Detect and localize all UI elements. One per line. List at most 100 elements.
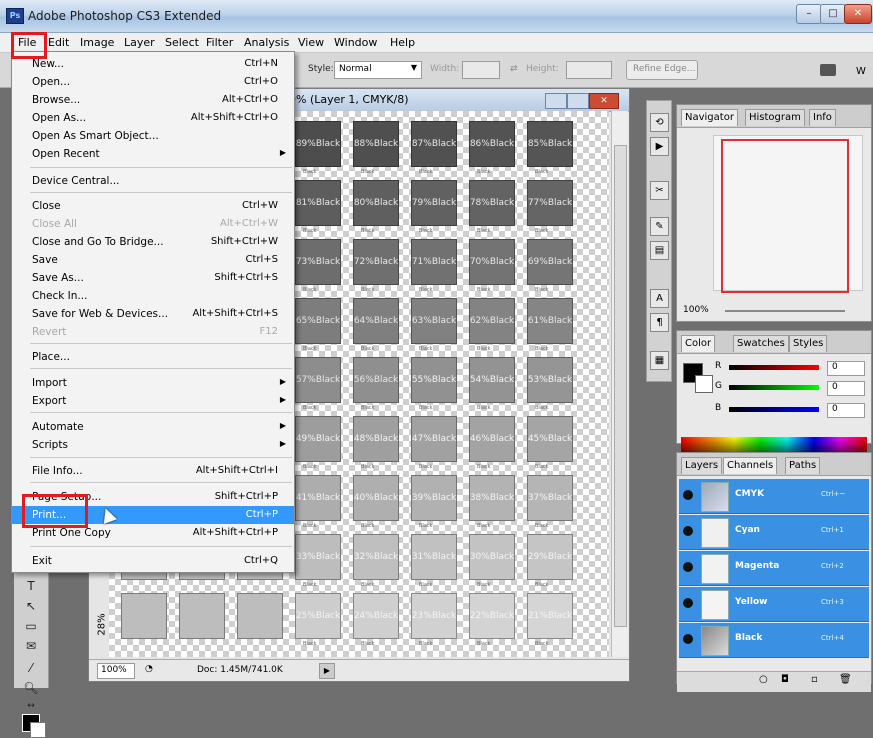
r-value[interactable]: 0 <box>827 361 865 376</box>
type-tool-icon[interactable]: T <box>18 576 44 596</box>
file-menu-item[interactable]: Import ▶ <box>12 374 294 392</box>
actions-icon[interactable]: ▶ <box>650 137 669 156</box>
file-menu-item[interactable]: Close Ctrl+W <box>12 197 294 215</box>
tab-styles[interactable]: Styles <box>789 335 828 352</box>
clone-source-icon[interactable]: ▤ <box>650 241 669 260</box>
menu-edit[interactable]: Edit <box>48 36 69 49</box>
eye-icon[interactable] <box>683 598 693 608</box>
delete-channel-icon[interactable]: 🗑︎ <box>839 674 852 685</box>
notes-tool-icon[interactable]: ✉ <box>18 636 44 656</box>
navigator-zoom-slider[interactable] <box>725 310 845 312</box>
menu-help[interactable]: Help <box>390 36 415 49</box>
file-menu-item[interactable]: Save Ctrl+S <box>12 251 294 269</box>
file-menu-item[interactable]: Exit Ctrl+Q <box>12 552 294 570</box>
layer-comps-icon[interactable]: ▦ <box>650 351 669 370</box>
b-value[interactable]: 0 <box>827 403 865 418</box>
swatch-label: Black <box>431 197 457 208</box>
tab-info[interactable]: Info <box>809 109 836 126</box>
channel-row[interactable]: Cyan Ctrl+1 <box>679 515 869 550</box>
menu-analysis[interactable]: Analysis <box>244 36 289 49</box>
channel-row[interactable]: Black Ctrl+4 <box>679 623 869 658</box>
channel-row[interactable]: Yellow Ctrl+3 <box>679 587 869 622</box>
workspace-icon[interactable] <box>820 64 836 76</box>
color-background-swatch[interactable] <box>695 375 713 393</box>
file-menu-item[interactable]: Open As Smart Object... <box>12 127 294 145</box>
file-menu-item[interactable]: Device Central... <box>12 172 294 190</box>
minimize-button[interactable]: – <box>796 4 822 24</box>
swap-colors-icon[interactable]: ↔ <box>18 696 44 716</box>
swatch-caption: Black <box>535 287 549 293</box>
zoom-level-input[interactable]: 100% <box>97 663 135 679</box>
menu-window[interactable]: Window <box>334 36 377 49</box>
tab-layers[interactable]: Layers <box>681 457 723 474</box>
path-select-icon[interactable]: ↖ <box>18 596 44 616</box>
file-menu-item[interactable]: Save As... Shift+Ctrl+S <box>12 269 294 287</box>
g-value[interactable]: 0 <box>827 381 865 396</box>
zoom-tool-icon[interactable]: 🔍︎ <box>18 678 44 698</box>
file-menu-item[interactable]: Save for Web & Devices... Alt+Shift+Ctrl+… <box>12 305 294 323</box>
tab-color[interactable]: Color <box>681 335 716 352</box>
swap-icon[interactable]: ⇄ <box>510 64 518 74</box>
menu-select[interactable]: Select <box>165 36 199 49</box>
b-slider[interactable] <box>729 407 819 412</box>
width-input[interactable] <box>462 61 500 79</box>
file-menu-item[interactable]: Automate ▶ <box>12 418 294 436</box>
file-menu-item[interactable]: Place... <box>12 348 294 366</box>
eye-icon[interactable] <box>683 634 693 644</box>
close-button[interactable]: ✕ <box>844 4 872 24</box>
maximize-button[interactable]: □ <box>820 4 846 24</box>
r-slider[interactable] <box>729 365 819 370</box>
eyedropper-icon[interactable]: ⁄ <box>18 658 44 678</box>
scrollbar-thumb[interactable] <box>614 145 627 627</box>
height-input[interactable] <box>566 61 612 79</box>
history-icon[interactable]: ⟲ <box>650 113 669 132</box>
color-panel: Color Swatches Styles R 0 G 0 B 0 <box>676 330 872 453</box>
tab-swatches[interactable]: Swatches <box>733 335 789 352</box>
file-menu-item[interactable]: Export ▶ <box>12 392 294 410</box>
save-selection-icon[interactable]: ◘ <box>781 674 789 685</box>
menu-view[interactable]: View <box>298 36 324 49</box>
navigator-zoom-value[interactable]: 100% <box>683 305 709 315</box>
refine-edge-button[interactable]: Refine Edge... <box>626 60 698 80</box>
workspace-label[interactable]: W <box>856 66 866 77</box>
file-menu-item[interactable]: Open... Ctrl+O <box>12 73 294 91</box>
eye-icon[interactable] <box>683 562 693 572</box>
file-menu-item[interactable]: Open As... Alt+Shift+Ctrl+O <box>12 109 294 127</box>
channel-row[interactable]: CMYK Ctrl+~ <box>679 479 869 514</box>
file-menu-item[interactable]: Close and Go To Bridge... Shift+Ctrl+W <box>12 233 294 251</box>
character-icon[interactable]: A <box>650 289 669 308</box>
load-selection-icon[interactable]: ○ <box>759 674 768 685</box>
new-channel-icon[interactable]: ▫ <box>811 674 818 685</box>
file-menu-item[interactable]: File Info... Alt+Shift+Ctrl+I <box>12 462 294 480</box>
tool-presets-icon[interactable]: ✂ <box>650 181 669 200</box>
navigator-view-box[interactable] <box>721 139 849 293</box>
eye-icon[interactable] <box>683 490 693 500</box>
zoom-icon[interactable]: ◔ <box>145 664 153 674</box>
background-color-swatch[interactable] <box>30 722 46 738</box>
document-minimize-button[interactable] <box>545 93 567 109</box>
channel-row[interactable]: Magenta Ctrl+2 <box>679 551 869 586</box>
brushes-icon[interactable]: ✎ <box>650 217 669 236</box>
status-menu-arrow-icon[interactable]: ▶ <box>319 663 335 679</box>
file-menu-item[interactable]: Open Recent ▶ <box>12 145 294 163</box>
document-maximize-button[interactable] <box>567 93 589 109</box>
menu-image[interactable]: Image <box>80 36 114 49</box>
file-menu-item[interactable]: Check In... <box>12 287 294 305</box>
eye-icon[interactable] <box>683 526 693 536</box>
file-menu-item[interactable]: New... Ctrl+N <box>12 55 294 73</box>
shape-tool-icon[interactable]: ▭ <box>18 616 44 636</box>
vertical-scrollbar[interactable] <box>611 111 628 657</box>
style-select[interactable]: Normal ▼ <box>334 61 422 79</box>
paragraph-icon[interactable]: ¶ <box>650 313 669 332</box>
g-slider[interactable] <box>729 385 819 390</box>
file-menu-item[interactable]: Scripts ▶ <box>12 436 294 454</box>
document-close-button[interactable]: ✕ <box>589 93 619 109</box>
tab-paths[interactable]: Paths <box>785 457 821 474</box>
menu-layer[interactable]: Layer <box>124 36 155 49</box>
file-menu-item[interactable]: Browse... Alt+Ctrl+O <box>12 91 294 109</box>
tab-histogram[interactable]: Histogram <box>745 109 805 126</box>
tab-channels[interactable]: Channels <box>723 457 778 474</box>
menu-filter[interactable]: Filter <box>206 36 233 49</box>
tab-navigator[interactable]: Navigator <box>681 109 738 126</box>
menu-item-label: Save <box>32 254 58 266</box>
